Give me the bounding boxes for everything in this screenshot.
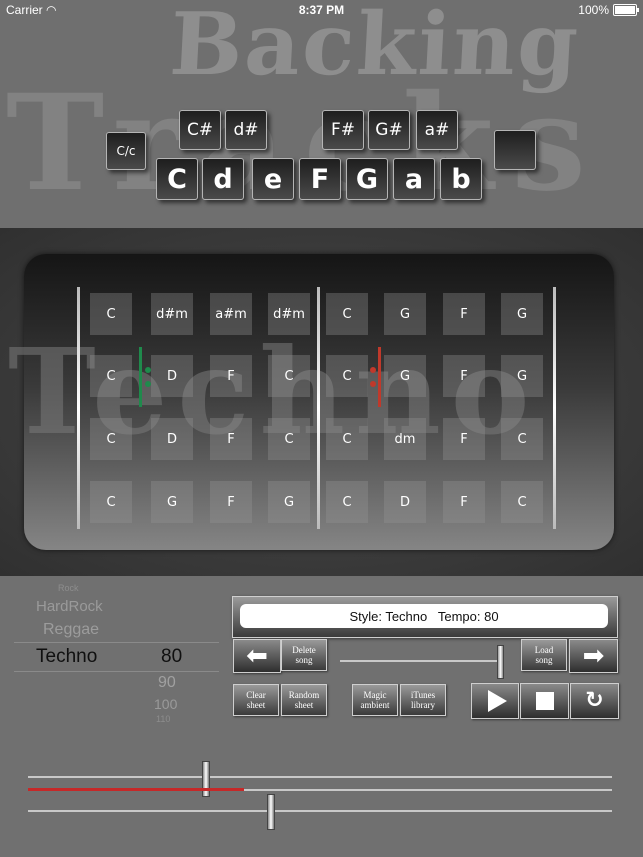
key-g[interactable]: G xyxy=(346,158,388,200)
chord-cell[interactable]: F xyxy=(210,355,252,397)
picker-selection-top xyxy=(14,642,219,643)
random-sheet-button[interactable]: Random sheet xyxy=(281,684,327,716)
chord-cell[interactable]: D xyxy=(384,481,426,523)
chord-cell[interactable]: C xyxy=(326,481,368,523)
bar-line-right xyxy=(553,287,556,529)
key-f-sharp[interactable]: F# xyxy=(322,110,364,150)
play-icon xyxy=(487,690,507,712)
chord-cell[interactable]: C xyxy=(501,418,543,460)
chord-cell[interactable]: C xyxy=(90,481,132,523)
repeat-icon: ↻ xyxy=(585,688,604,713)
chord-cell[interactable]: G xyxy=(501,293,543,335)
playback-progress-fill xyxy=(28,788,244,791)
key-b[interactable]: b xyxy=(440,158,482,200)
slider-thumb-1[interactable] xyxy=(202,761,210,797)
progress-track xyxy=(340,660,504,662)
chord-cell[interactable]: C xyxy=(326,293,368,335)
previous-button[interactable]: ⬅ xyxy=(233,639,281,673)
stop-button[interactable] xyxy=(520,683,569,719)
picker-selection-bottom xyxy=(14,671,219,672)
delete-song-button[interactable]: Delete song xyxy=(281,639,327,671)
tempo-option[interactable]: 90 xyxy=(158,674,176,692)
chord-cell[interactable]: C xyxy=(90,355,132,397)
next-button[interactable]: ➡ xyxy=(569,639,618,673)
chord-cell[interactable]: C xyxy=(90,418,132,460)
repeat-start-marker-dot xyxy=(145,367,151,373)
chord-cell[interactable]: D xyxy=(151,418,193,460)
magic-ambient-button[interactable]: Magic ambient xyxy=(352,684,398,716)
slider-track-3 xyxy=(28,810,612,812)
arrow-right-icon: ➡ xyxy=(582,641,605,671)
chord-cell[interactable]: G xyxy=(384,355,426,397)
arrow-left-icon: ⬅ xyxy=(246,641,268,671)
bar-line-left xyxy=(77,287,80,529)
style-option-selected[interactable]: Techno xyxy=(36,646,97,668)
slider-thumb-3[interactable] xyxy=(267,794,275,830)
key-g-sharp[interactable]: G# xyxy=(368,110,410,150)
key-f[interactable]: F xyxy=(299,158,341,200)
chord-cell[interactable]: d#m xyxy=(151,293,193,335)
status-bar: Carrier ◠ 8:37 PM 100% xyxy=(0,0,643,20)
chord-cell[interactable]: F xyxy=(443,418,485,460)
chord-cell[interactable]: C xyxy=(501,481,543,523)
progress-slider-thumb[interactable] xyxy=(497,645,504,679)
tempo-option-selected[interactable]: 80 xyxy=(161,646,182,668)
chord-cell[interactable]: C xyxy=(268,418,310,460)
stop-icon xyxy=(535,692,554,710)
key-a-sharp[interactable]: a# xyxy=(416,110,458,150)
chord-cell[interactable]: F xyxy=(443,355,485,397)
repeat-end-marker-dot xyxy=(370,367,376,373)
chord-cell[interactable]: C xyxy=(326,418,368,460)
style-picker[interactable]: Rock HardRock Reggae Techno 80 90 100 11… xyxy=(14,583,219,728)
repeat-start-marker xyxy=(139,347,142,407)
clock: 8:37 PM xyxy=(298,3,345,17)
style-option[interactable]: Reggae xyxy=(43,621,99,639)
chord-cell[interactable]: D xyxy=(151,355,193,397)
battery-label: 100% xyxy=(578,3,609,17)
chord-cell[interactable]: G xyxy=(151,481,193,523)
repeat-end-marker-dot xyxy=(370,381,376,387)
key-d-sharp[interactable]: d# xyxy=(225,110,267,150)
key-a[interactable]: a xyxy=(393,158,435,200)
chord-cell[interactable]: G xyxy=(384,293,426,335)
mode-toggle-key[interactable]: C/c xyxy=(106,132,146,170)
chord-cell[interactable]: d#m xyxy=(268,293,310,335)
chord-cell[interactable]: dm xyxy=(384,418,426,460)
repeat-end-marker xyxy=(378,347,381,407)
tempo-option[interactable]: 100 xyxy=(154,696,177,712)
style-option[interactable]: Rock xyxy=(58,583,79,593)
clear-sheet-button[interactable]: Clear sheet xyxy=(233,684,279,716)
tempo-option[interactable]: 110 xyxy=(156,714,170,724)
slider-track-1 xyxy=(28,776,612,778)
battery-icon xyxy=(613,4,639,16)
chord-cell[interactable]: G xyxy=(501,355,543,397)
load-song-button[interactable]: Load song xyxy=(521,639,567,671)
chord-cell[interactable]: C xyxy=(90,293,132,335)
play-button[interactable] xyxy=(471,683,519,719)
chord-cell[interactable]: G xyxy=(268,481,310,523)
chord-cell[interactable]: F xyxy=(210,418,252,460)
repeat-button[interactable]: ↻ xyxy=(570,683,619,719)
chord-cell[interactable]: C xyxy=(326,355,368,397)
key-c-sharp[interactable]: C# xyxy=(179,110,221,150)
chord-cell[interactable]: a#m xyxy=(210,293,252,335)
style-option[interactable]: HardRock xyxy=(36,598,103,615)
key-e[interactable]: e xyxy=(252,158,294,200)
itunes-library-button[interactable]: iTunes library xyxy=(400,684,446,716)
chord-cell[interactable]: F xyxy=(210,481,252,523)
chord-cell[interactable]: F xyxy=(443,481,485,523)
bar-line-middle xyxy=(317,287,320,529)
chord-cell[interactable]: F xyxy=(443,293,485,335)
repeat-start-marker-dot xyxy=(145,381,151,387)
info-display: Style: Techno Tempo: 80 xyxy=(240,604,608,628)
key-d[interactable]: d xyxy=(202,158,244,200)
key-blank[interactable] xyxy=(494,130,536,170)
chord-cell[interactable]: C xyxy=(268,355,310,397)
key-c[interactable]: C xyxy=(156,158,198,200)
battery-status: 100% xyxy=(578,3,639,17)
